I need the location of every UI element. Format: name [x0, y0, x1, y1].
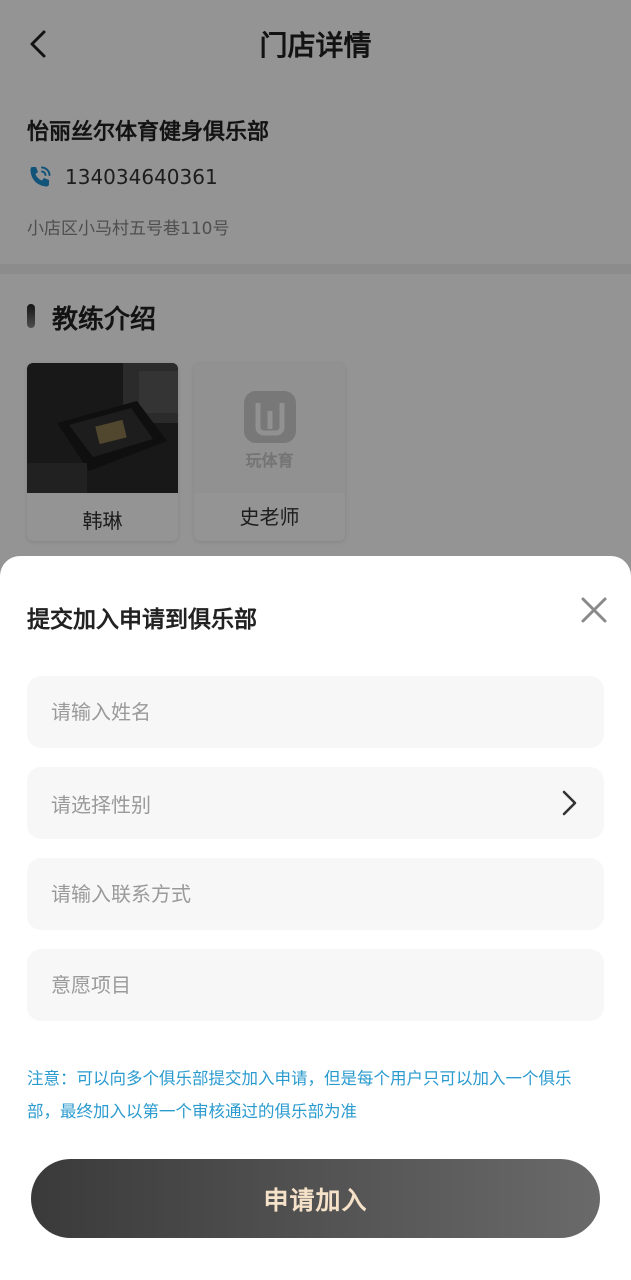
name-input[interactable]	[51, 700, 580, 724]
project-field[interactable]	[27, 949, 604, 1021]
close-icon	[581, 597, 607, 623]
chevron-right-icon	[562, 790, 577, 816]
name-field[interactable]	[27, 676, 604, 748]
sheet-title: 提交加入申请到俱乐部	[27, 607, 257, 633]
apply-join-button[interactable]: 申请加入	[31, 1159, 600, 1238]
project-input[interactable]	[51, 973, 580, 997]
close-button[interactable]	[574, 590, 614, 630]
gender-select[interactable]: 请选择性别	[27, 767, 604, 839]
notice-text: 注意：可以向多个俱乐部提交加入申请，但是每个用户只可以加入一个俱乐部，最终加入以…	[27, 1069, 572, 1121]
contact-field[interactable]	[27, 858, 604, 930]
apply-join-label: 申请加入	[263, 1185, 368, 1215]
contact-input[interactable]	[51, 882, 580, 906]
join-application-sheet: 提交加入申请到俱乐部 请选择性别 注意：可以向多个俱乐部提交加入申请，但是每个用…	[0, 556, 631, 1280]
gender-placeholder: 请选择性别	[51, 792, 151, 817]
